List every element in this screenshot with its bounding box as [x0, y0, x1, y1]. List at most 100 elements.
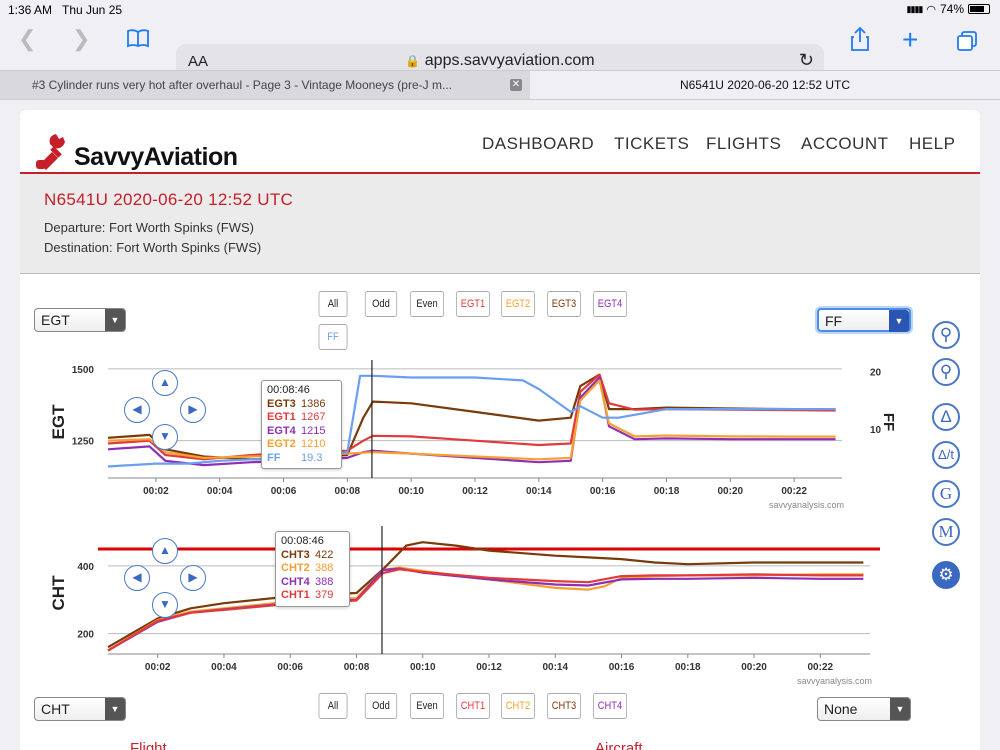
reload-icon[interactable]: ↻ — [799, 50, 814, 71]
egt2-button[interactable]: EGT2 — [501, 291, 535, 317]
egt-even-button[interactable]: Even — [410, 291, 444, 317]
cht-pan-up-icon[interactable]: ▲ — [152, 538, 178, 564]
status-right: ▮▮▮▮ ◠ 74% — [907, 2, 990, 16]
pan-right-icon[interactable]: ▶ — [180, 397, 206, 423]
back-icon[interactable]: ❮ — [18, 26, 36, 52]
egt-right-select[interactable]: FF ▼ — [817, 308, 911, 332]
cht2-button[interactable]: CHT2 — [501, 693, 535, 719]
tooltip-label: FF — [267, 451, 281, 464]
y2-axis-title: FF — [880, 413, 897, 431]
tabs-overview-icon[interactable] — [956, 30, 978, 57]
tooltip-label: CHT1 — [281, 589, 310, 601]
egt3-button[interactable]: EGT3 — [547, 291, 581, 317]
ff-button[interactable]: FF — [318, 324, 348, 350]
x-tick-label: 00:06 — [271, 486, 297, 497]
cht-odd-button[interactable]: Odd — [364, 693, 398, 719]
zoom-in-icon[interactable]: ⚲ — [932, 321, 960, 349]
x-tick-label: 00:18 — [675, 662, 701, 673]
wifi-icon: ◠ — [926, 3, 936, 16]
cht-pan-left-icon[interactable]: ◀ — [124, 565, 150, 591]
x-tick-label: 00:22 — [781, 486, 807, 497]
nav-flights[interactable]: FLIGHTS — [706, 134, 781, 154]
y2-tick-label: 10 — [870, 425, 882, 436]
series-line-egt2 — [107, 379, 836, 461]
tooltip-label: CHT3 — [281, 548, 310, 561]
tab-forum-thread[interactable]: #3 Cylinder runs very hot after overhaul… — [0, 71, 530, 99]
zoom-out-icon[interactable]: ⚲ — [932, 358, 960, 386]
close-tab-icon[interactable]: ✕ — [510, 79, 522, 91]
delta-t-icon[interactable]: Δ/t — [932, 441, 960, 469]
flight-header: N6541U 2020-06-20 12:52 UTC Departure: F… — [20, 172, 980, 274]
nav-account[interactable]: ACCOUNT — [801, 134, 889, 154]
url-text: apps.savvyaviation.com — [424, 52, 595, 69]
m-icon[interactable]: M — [932, 518, 960, 546]
tooltip-time: 00:08:46 — [281, 535, 324, 547]
url-display[interactable]: 🔒 apps.savvyaviation.com — [176, 52, 824, 70]
cht-all-button[interactable]: All — [318, 693, 348, 719]
egt4-button[interactable]: EGT4 — [593, 291, 627, 317]
tooltip-value: 1215 — [301, 424, 326, 437]
cht3-button[interactable]: CHT3 — [547, 693, 581, 719]
x-tick-label: 00:14 — [542, 662, 568, 673]
cht1-button[interactable]: CHT1 — [456, 693, 490, 719]
signal-icon: ▮▮▮▮ — [906, 3, 924, 14]
select-value: None — [824, 701, 858, 717]
nav-dashboard[interactable]: DASHBOARD — [482, 134, 594, 154]
pan-up-icon[interactable]: ▲ — [152, 370, 178, 396]
site-logo[interactable]: SavvyAviation — [34, 130, 238, 172]
battery-icon — [968, 4, 990, 14]
egt-odd-button[interactable]: Odd — [364, 291, 398, 317]
new-tab-icon[interactable]: + — [902, 24, 918, 56]
delta-icon[interactable]: Δ — [932, 403, 960, 431]
x-tick-label: 00:20 — [741, 662, 767, 673]
cht-pan-down-icon[interactable]: ▼ — [152, 592, 178, 618]
y2-tick-label: 20 — [870, 368, 882, 379]
egt-all-button[interactable]: All — [318, 291, 348, 317]
bookmarks-icon[interactable] — [126, 28, 150, 48]
cht-right-select[interactable]: None ▼ — [817, 697, 911, 721]
pan-down-icon[interactable]: ▼ — [152, 424, 178, 450]
forward-icon[interactable]: ❯ — [72, 26, 90, 52]
x-tick-label: 00:14 — [526, 486, 552, 497]
tooltip-value: 1210 — [301, 438, 326, 450]
series-line-cht3 — [107, 541, 864, 649]
tab-current-flight[interactable]: N6541U 2020-06-20 12:52 UTC — [530, 71, 1000, 99]
battery-percent: 74% — [939, 2, 964, 16]
pan-left-icon[interactable]: ◀ — [124, 397, 150, 423]
y-axis-title: CHT — [49, 575, 68, 611]
cht-pan-right-icon[interactable]: ▶ — [180, 565, 206, 591]
nav-help[interactable]: HELP — [909, 134, 955, 154]
egt-left-select[interactable]: EGT ▼ — [34, 308, 126, 332]
y-tick-label: 1500 — [72, 365, 95, 376]
g-icon[interactable]: G — [932, 480, 960, 508]
cht-left-select[interactable]: CHT ▼ — [34, 697, 126, 721]
select-value: FF — [825, 313, 843, 329]
x-tick-label: 00:10 — [410, 662, 436, 673]
gear-icon[interactable]: ⚙ — [932, 561, 960, 589]
lock-icon: 🔒 — [405, 54, 421, 68]
page-content: SavvyAviation DASHBOARD TICKETS FLIGHTS … — [20, 110, 980, 750]
x-tick-label: 00:20 — [718, 486, 744, 497]
status-bar: 1:36 AM Thu Jun 25 ▮▮▮▮ ◠ 74% — [0, 0, 1000, 20]
x-tick-label: 00:10 — [398, 486, 424, 497]
x-tick-label: 00:02 — [143, 486, 169, 497]
cht4-button[interactable]: CHT4 — [593, 693, 627, 719]
egt-tooltip: 00:08:46 EGT3 1386 EGT1 1267 EGT4 1215 EGT2… — [261, 380, 342, 469]
tooltip-label: CHT2 — [281, 562, 310, 574]
wrench-fist-icon — [36, 134, 65, 170]
logo-text: SavvyAviation — [74, 143, 238, 171]
egt1-button[interactable]: EGT1 — [456, 291, 490, 317]
watermark: savvyanalysis.com — [769, 500, 844, 510]
cht-even-button[interactable]: Even — [410, 693, 444, 719]
tab-bar: #3 Cylinder runs very hot after overhaul… — [0, 70, 1000, 100]
select-value: CHT — [41, 701, 70, 717]
nav-tickets[interactable]: TICKETS — [614, 134, 689, 154]
x-tick-label: 00:06 — [277, 662, 303, 673]
x-tick-label: 00:22 — [808, 662, 834, 673]
tooltip-value: 388 — [315, 575, 334, 588]
dropdown-arrow-icon: ▼ — [890, 698, 910, 720]
series-line-egt4 — [107, 376, 836, 467]
series-line-egt1 — [107, 373, 836, 461]
tooltip-value: 19.3 — [301, 451, 323, 464]
share-icon[interactable] — [850, 26, 870, 57]
